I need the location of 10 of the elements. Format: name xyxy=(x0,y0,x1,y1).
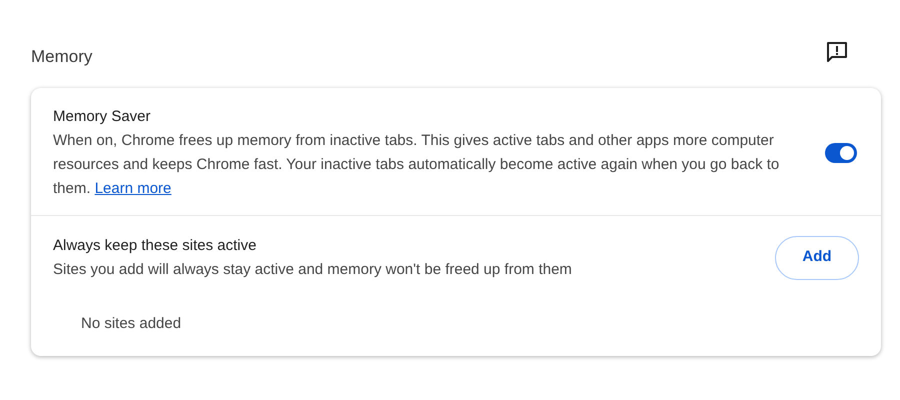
setting-description: When on, Chrome frees up memory from inactive tabs. This gives active tabs and other apps more computer resources and keeps Chrome fast. Your inactive tabs automatically become active again when you go back to them. Learn more xyxy=(53,130,780,198)
setting-title: Memory Saver xyxy=(53,106,152,126)
feedback-icon[interactable] xyxy=(825,40,849,64)
toggle-switch[interactable] xyxy=(825,142,857,162)
empty-message: No sites added xyxy=(81,314,182,332)
learn-more-link[interactable]: Learn more xyxy=(94,180,172,196)
section-title: Memory xyxy=(31,46,92,68)
setting-title: Always keep these sites active xyxy=(53,236,258,256)
setting-description: Sites you add will always stay active and memory won't be freed up from them xyxy=(53,260,573,280)
add-button[interactable]: Add xyxy=(775,236,859,280)
